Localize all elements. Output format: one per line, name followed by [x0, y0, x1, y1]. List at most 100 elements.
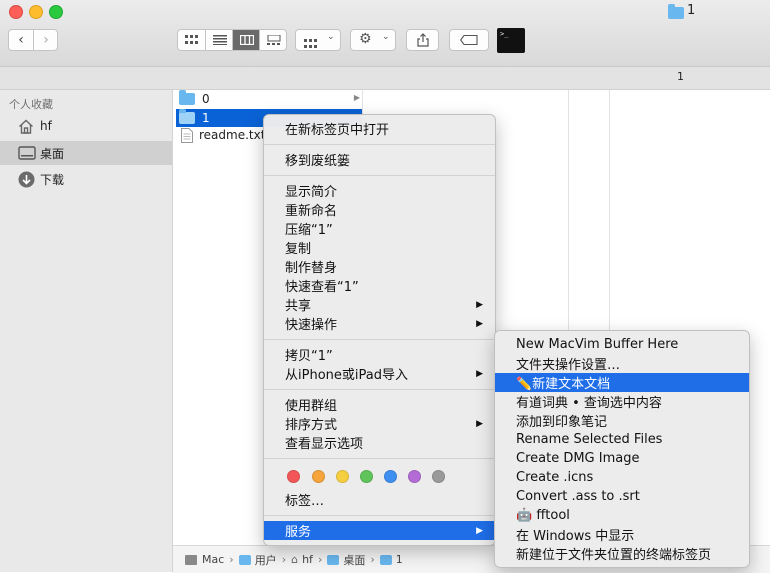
service-item-convert-ass-srt[interactable]: Convert .ass to .srt: [495, 487, 749, 506]
share-button[interactable]: [406, 29, 439, 51]
menu-item-label: Convert .ass to .srt: [516, 489, 640, 504]
menu-item-show-view-options[interactable]: 查看显示选项: [264, 433, 495, 452]
menu-item-open-in-new-tab[interactable]: 在新标签页中打开: [264, 119, 495, 138]
chevron-down-icon: ⌄: [382, 32, 390, 42]
zoom-window-button[interactable]: [49, 5, 63, 19]
tag-blue-dot[interactable]: [384, 470, 397, 483]
column-view-button[interactable]: [232, 30, 260, 50]
list-view-button[interactable]: [205, 30, 233, 50]
menu-item-label: 复制: [285, 242, 312, 257]
services-submenu: New MacVim Buffer Here 文件夹操作设置… ✏️新建文本文档…: [494, 330, 750, 568]
submenu-arrow-icon: ▶: [476, 418, 483, 429]
menu-item-label: 制作替身: [285, 261, 338, 276]
desktop-icon: [18, 146, 36, 160]
service-item-new-terminal-tab[interactable]: 新建位于文件夹位置的终端标签页: [495, 544, 749, 563]
service-item-folder-actions-setup[interactable]: 文件夹操作设置…: [495, 354, 749, 373]
menu-item-label: 在新标签页中打开: [285, 123, 390, 138]
menu-item-label: 共享: [285, 299, 312, 314]
tag-gray-dot[interactable]: [432, 470, 445, 483]
title-bar: 1 ‹ › ⌄ ⚙ ⌄ >_: [0, 0, 770, 67]
menu-item-label: 新建位于文件夹位置的终端标签页: [516, 548, 712, 563]
path-segment-users[interactable]: 用户: [255, 552, 277, 568]
share-icon: [417, 33, 429, 47]
service-item-youdao-lookup[interactable]: 有道词典 • 查询选中内容: [495, 392, 749, 411]
menu-item-rename[interactable]: 重新命名: [264, 200, 495, 219]
list-item-folder-0[interactable]: 0 ▶: [176, 90, 362, 108]
menu-item-copy[interactable]: 拷贝“1”: [264, 345, 495, 364]
sidebar-item-desktop[interactable]: 桌面: [0, 141, 172, 165]
menu-item-move-to-trash[interactable]: 移到废纸篓: [264, 150, 495, 169]
gallery-icon: [266, 35, 280, 45]
menu-item-compress[interactable]: 压缩“1”: [264, 219, 495, 238]
menu-item-services[interactable]: 服务 ▶: [264, 521, 495, 540]
menu-item-label: 快速操作: [285, 318, 338, 333]
action-menu-button[interactable]: ⚙ ⌄: [350, 29, 396, 51]
gear-icon: ⚙: [359, 31, 372, 47]
menu-item-duplicate[interactable]: 复制: [264, 238, 495, 257]
service-item-fftool[interactable]: 🤖 fftool: [495, 506, 749, 525]
text-file-icon: [181, 127, 193, 143]
item-label: readme.txt: [199, 128, 266, 142]
menu-separator: [264, 458, 495, 459]
chevron-left-icon: ‹: [18, 32, 24, 48]
service-item-macvim-buffer[interactable]: New MacVim Buffer Here: [495, 335, 749, 354]
menu-item-label: New MacVim Buffer Here: [516, 337, 679, 352]
sidebar-item-downloads[interactable]: 下载: [0, 167, 172, 191]
icon-grid-icon: [184, 35, 198, 44]
menu-item-label: 重新命名: [285, 204, 338, 219]
sidebar: 个人收藏 hf 桌面 下载: [0, 90, 173, 572]
close-window-button[interactable]: [9, 5, 23, 19]
menu-item-sort-by[interactable]: 排序方式 ▶: [264, 414, 495, 433]
menu-item-label: 🤖 fftool: [516, 508, 570, 523]
back-button[interactable]: ‹: [9, 30, 33, 50]
chevron-down-icon: ⌄: [327, 32, 335, 42]
columns-icon: [239, 35, 254, 45]
path-segment-1[interactable]: 1: [396, 553, 403, 566]
service-item-show-in-windows[interactable]: 在 Windows 中显示: [495, 525, 749, 544]
menu-item-tags[interactable]: 标签…: [264, 490, 495, 509]
menu-item-import-from-iphone[interactable]: 从iPhone或iPad导入 ▶: [264, 364, 495, 383]
path-separator: ›: [370, 553, 375, 566]
home-icon: ⌂: [291, 553, 299, 566]
menu-item-label: 文件夹操作设置…: [516, 358, 621, 373]
window-title: 1: [687, 3, 696, 18]
menu-item-make-alias[interactable]: 制作替身: [264, 257, 495, 276]
tag-button[interactable]: [449, 29, 489, 51]
gallery-view-button[interactable]: [259, 30, 287, 50]
menu-item-quick-actions[interactable]: 快速操作 ▶: [264, 314, 495, 333]
minimize-window-button[interactable]: [29, 5, 43, 19]
icon-view-button[interactable]: [178, 30, 205, 50]
path-segment-mac[interactable]: Mac: [202, 553, 224, 566]
tag-yellow-dot[interactable]: [336, 470, 349, 483]
menu-item-share[interactable]: 共享 ▶: [264, 295, 495, 314]
menu-item-use-groups[interactable]: 使用群组: [264, 395, 495, 414]
path-segment-desktop[interactable]: 桌面: [343, 552, 365, 568]
menu-item-quick-look[interactable]: 快速查看“1”: [264, 276, 495, 295]
tag-purple-dot[interactable]: [408, 470, 421, 483]
tag-orange-dot[interactable]: [312, 470, 325, 483]
menu-item-get-info[interactable]: 显示简介: [264, 181, 495, 200]
service-item-create-dmg[interactable]: Create DMG Image: [495, 449, 749, 468]
service-item-create-icns[interactable]: Create .icns: [495, 468, 749, 487]
submenu-arrow-icon: ▶: [476, 299, 483, 310]
disclosure-arrow-icon: ▶: [353, 93, 360, 102]
sidebar-item-home[interactable]: hf: [0, 115, 172, 139]
service-item-add-to-evernote[interactable]: 添加到印象笔记: [495, 411, 749, 430]
item-label: 0: [202, 92, 210, 106]
group-by-button[interactable]: ⌄: [295, 29, 341, 51]
menu-item-label: 在 Windows 中显示: [516, 529, 635, 544]
menu-separator: [264, 339, 495, 340]
menu-item-label: 使用群组: [285, 399, 338, 414]
grid-group-icon: [304, 34, 318, 53]
tag-green-dot[interactable]: [360, 470, 373, 483]
forward-button[interactable]: ›: [33, 30, 58, 50]
terminal-button[interactable]: >_: [497, 28, 525, 53]
folder-icon: [379, 554, 392, 565]
service-item-rename-selected-files[interactable]: Rename Selected Files: [495, 430, 749, 449]
folder-icon: [179, 109, 195, 127]
path-segment-home[interactable]: hf: [302, 553, 313, 566]
chevron-right-icon: ›: [43, 32, 49, 48]
service-item-new-text-document[interactable]: ✏️新建文本文档: [495, 373, 749, 392]
sidebar-item-label: hf: [40, 119, 52, 133]
tag-red-dot[interactable]: [287, 470, 300, 483]
